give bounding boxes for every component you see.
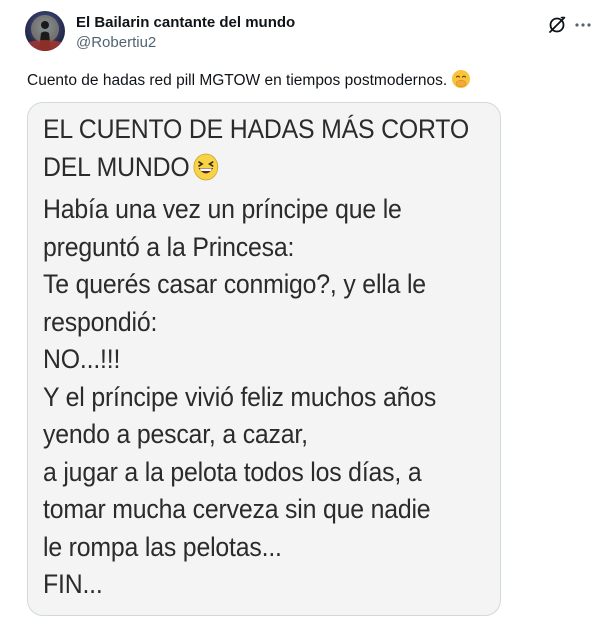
tweet: El Bailarin cantante del mundo @Robertiu… [0, 0, 601, 639]
author-name[interactable]: El Bailarin cantante del mundo [76, 13, 295, 33]
meme-line: Y el príncipe vivió feliz muchos años [43, 381, 437, 412]
tweet-text-content: Cuento de hadas red pill MGTOW en tiempo… [27, 72, 448, 89]
meme-line: EL CUENTO DE HADAS MÁS CORTO [43, 114, 469, 144]
meme-line-text: DEL MUNDO [43, 151, 190, 182]
tweet-text: Cuento de hadas red pill MGTOW en tiempo… [27, 69, 471, 95]
face-with-hand-over-mouth-icon [451, 69, 471, 95]
more-icon[interactable] [572, 14, 594, 36]
grinning-squinting-face-icon [193, 153, 219, 192]
meme-line: preguntó a la Princesa: [43, 231, 295, 262]
meme-line: le rompa las pelotas... [43, 531, 282, 562]
avatar[interactable] [25, 11, 65, 51]
meme-line: yendo a pescar, a cazar, [43, 419, 308, 449]
avatar-image [25, 15, 65, 51]
meme-text: EL CUENTO DE HADAS MÁS CORTO DEL MUNDO H… [43, 111, 469, 604]
meme-line: tomar mucha cerveza sin que nadie [43, 494, 431, 524]
meme-line: a jugar a la pelota todos los días, a [43, 456, 422, 487]
meme-line: respondió: [43, 306, 158, 337]
author-handle[interactable]: @Robertiu2 [76, 34, 156, 52]
meme-line: NO...!!! [43, 344, 121, 374]
meme-line: Había una vez un príncipe que le [43, 194, 402, 224]
meme-line: FIN... [43, 569, 103, 599]
grok-icon[interactable] [546, 14, 568, 36]
meme-line: Te querés casar conmigo?, y ella le [43, 269, 426, 299]
meme-image[interactable]: EL CUENTO DE HADAS MÁS CORTO DEL MUNDO H… [27, 102, 501, 616]
meme-line: DEL MUNDO [43, 149, 469, 192]
